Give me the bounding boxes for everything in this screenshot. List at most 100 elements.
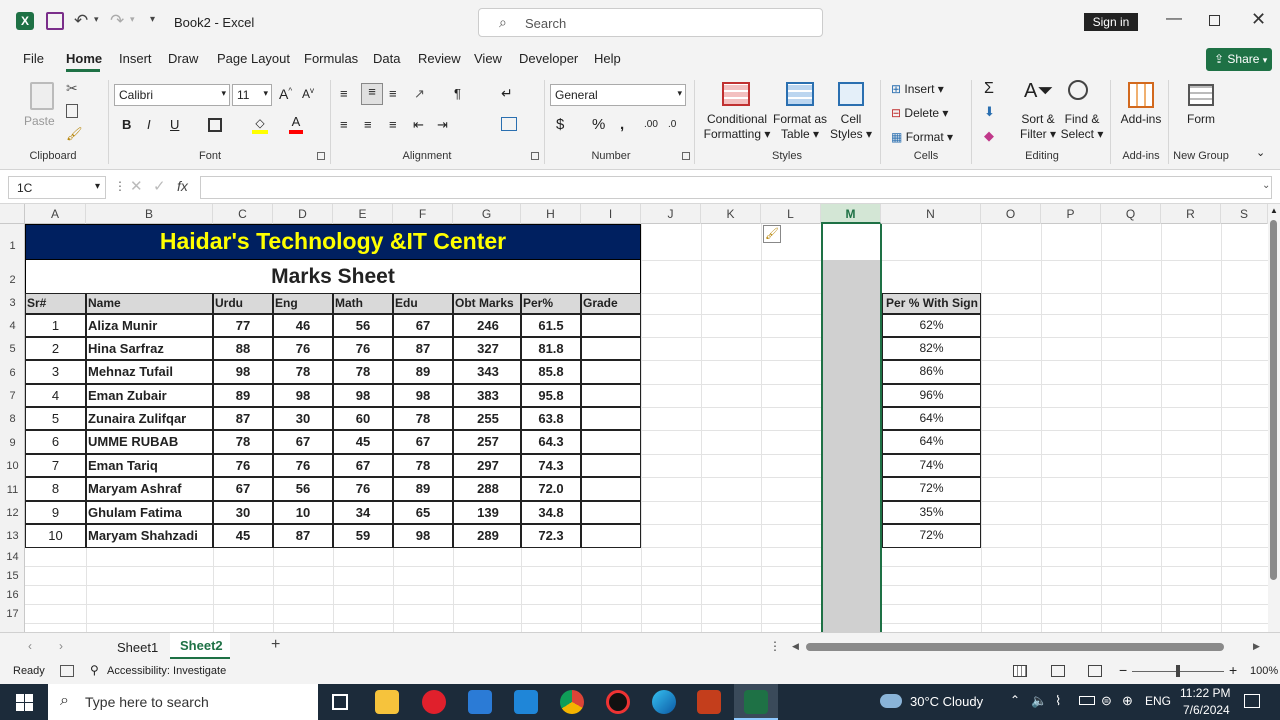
column-header-l[interactable]: L	[761, 204, 821, 224]
align-top-icon[interactable]: ≡	[340, 86, 348, 101]
expand-formula-icon[interactable]: ⌄	[1262, 180, 1270, 191]
row-header-17[interactable]: 17	[0, 608, 25, 620]
save-icon[interactable]	[46, 12, 64, 30]
redo-icon[interactable]: ↷	[110, 11, 124, 31]
bold-icon[interactable]: B	[122, 117, 131, 132]
tab-page-layout[interactable]: Page Layout	[217, 51, 290, 66]
conditional-formatting-icon[interactable]	[722, 82, 750, 106]
align-middle-icon[interactable]: ≡	[361, 83, 383, 105]
zoom-slider[interactable]	[1132, 665, 1224, 677]
column-header-s[interactable]: S	[1221, 204, 1268, 224]
row-header-15[interactable]: 15	[0, 570, 25, 582]
vertical-scrollbar[interactable]: ▲	[1268, 204, 1280, 632]
insert-function-icon[interactable]: fx	[177, 178, 188, 194]
underline-icon[interactable]: U	[170, 117, 179, 132]
next-sheet-icon[interactable]: ›	[59, 639, 63, 653]
column-header-c[interactable]: C	[213, 204, 273, 224]
add-ins-button-label[interactable]: Add-ins	[1116, 112, 1166, 127]
page-layout-view-icon[interactable]	[1051, 665, 1065, 677]
table-cell[interactable]	[581, 454, 641, 477]
tab-help[interactable]: Help	[594, 51, 621, 66]
mail-icon[interactable]	[514, 690, 538, 714]
taskbar-search-box[interactable]: ⌕ Type here to search	[48, 684, 318, 720]
clock-date[interactable]: 7/6/2024	[1183, 703, 1230, 717]
zoom-in-icon[interactable]: +	[1229, 662, 1237, 678]
accessibility-icon[interactable]: ⚲	[90, 663, 99, 677]
column-header-r[interactable]: R	[1161, 204, 1221, 224]
cell-styles-label[interactable]: Cell Styles ▾	[826, 112, 876, 142]
align-center-icon[interactable]: ≡	[364, 117, 372, 132]
column-header-j[interactable]: J	[641, 204, 701, 224]
find-select-icon[interactable]	[1068, 80, 1088, 100]
align-left-icon[interactable]: ≡	[340, 117, 348, 132]
font-size-select[interactable]: 11 ▾	[232, 84, 272, 106]
increase-indent-icon[interactable]: ⇥	[437, 117, 448, 133]
customize-qat-icon[interactable]: ▾	[150, 14, 155, 25]
prev-sheet-icon[interactable]: ‹	[28, 639, 32, 653]
cancel-icon[interactable]: ✕	[130, 177, 143, 195]
new-sheet-icon[interactable]: +	[271, 636, 280, 654]
tab-developer[interactable]: Developer	[519, 51, 578, 66]
table-cell[interactable]	[581, 337, 641, 360]
minimize-icon[interactable]: —	[1166, 10, 1182, 28]
fill-icon[interactable]: ⬇	[984, 104, 995, 120]
enter-icon[interactable]: ✓	[153, 177, 166, 195]
paste-icon[interactable]	[30, 82, 54, 110]
vertical-scroll-thumb[interactable]	[1270, 220, 1277, 580]
row-header-1[interactable]: 1	[0, 240, 25, 252]
restore-icon[interactable]	[1209, 15, 1220, 26]
decrease-decimal-icon[interactable]: .0	[668, 119, 676, 130]
form-icon[interactable]	[1188, 84, 1214, 106]
insert-cells-button[interactable]: ⊞ Insert ▾	[891, 82, 944, 96]
cut-icon[interactable]: ✂	[66, 80, 78, 97]
row-header-8[interactable]: 8	[0, 413, 25, 425]
zoom-slider-thumb[interactable]	[1176, 665, 1180, 677]
sheet-tab-sheet2[interactable]: Sheet2	[170, 633, 230, 659]
undo-icon[interactable]: ↶	[74, 11, 88, 31]
paste-button-label[interactable]: Paste	[24, 114, 55, 129]
row-header-14[interactable]: 14	[0, 551, 25, 563]
tab-insert[interactable]: Insert	[119, 51, 152, 66]
copy-icon[interactable]	[66, 104, 78, 118]
autosum-icon[interactable]: Σ	[984, 80, 994, 98]
tab-formulas[interactable]: Formulas	[304, 51, 358, 66]
weather-text[interactable]: 30°C Cloudy	[910, 694, 983, 709]
font-name-select[interactable]: Calibri ▾	[114, 84, 230, 106]
column-header-o[interactable]: O	[981, 204, 1041, 224]
table-cell[interactable]	[581, 501, 641, 524]
sort-filter-label[interactable]: Sort & Filter ▾	[1014, 112, 1062, 142]
tab-view[interactable]: View	[474, 51, 502, 66]
decrease-indent-icon[interactable]: ⇤	[413, 117, 424, 133]
form-button-label[interactable]: Form	[1180, 112, 1222, 127]
close-icon[interactable]: ✕	[1251, 9, 1266, 30]
column-header-q[interactable]: Q	[1101, 204, 1161, 224]
column-header-d[interactable]: D	[273, 204, 333, 224]
borders-icon[interactable]	[208, 118, 222, 132]
increase-decimal-icon[interactable]: .00	[644, 119, 658, 130]
column-header-f[interactable]: F	[393, 204, 453, 224]
merge-center-icon[interactable]	[501, 117, 517, 131]
excel-taskbar-active[interactable]	[734, 684, 778, 720]
normal-view-icon[interactable]	[1013, 665, 1027, 677]
language-indicator[interactable]: ENG	[1145, 694, 1171, 708]
row-header-3[interactable]: 3	[0, 297, 25, 309]
column-header-p[interactable]: P	[1041, 204, 1101, 224]
more-sheets-icon[interactable]: ⋮	[769, 639, 781, 653]
align-right-icon[interactable]: ≡	[389, 117, 397, 132]
powerpoint-icon[interactable]	[697, 690, 721, 714]
sign-in-button[interactable]: Sign in	[1084, 13, 1138, 31]
column-header-g[interactable]: G	[453, 204, 521, 224]
wifi-icon[interactable]: ⊜	[1101, 693, 1112, 709]
weather-icon[interactable]	[880, 694, 902, 708]
chrome-icon[interactable]	[560, 690, 584, 714]
tray-chevron-icon[interactable]: ⌃	[1010, 693, 1020, 707]
add-ins-icon[interactable]	[1128, 82, 1154, 108]
font-color-icon[interactable]: A	[289, 114, 303, 134]
zoom-level[interactable]: 100%	[1250, 665, 1278, 677]
store-icon[interactable]	[468, 690, 492, 714]
table-cell[interactable]	[581, 407, 641, 430]
row-header-12[interactable]: 12	[0, 507, 25, 519]
more-options-icon[interactable]: ⋮	[114, 179, 126, 193]
row-header-4[interactable]: 4	[0, 320, 25, 332]
column-header-i[interactable]: I	[581, 204, 641, 224]
